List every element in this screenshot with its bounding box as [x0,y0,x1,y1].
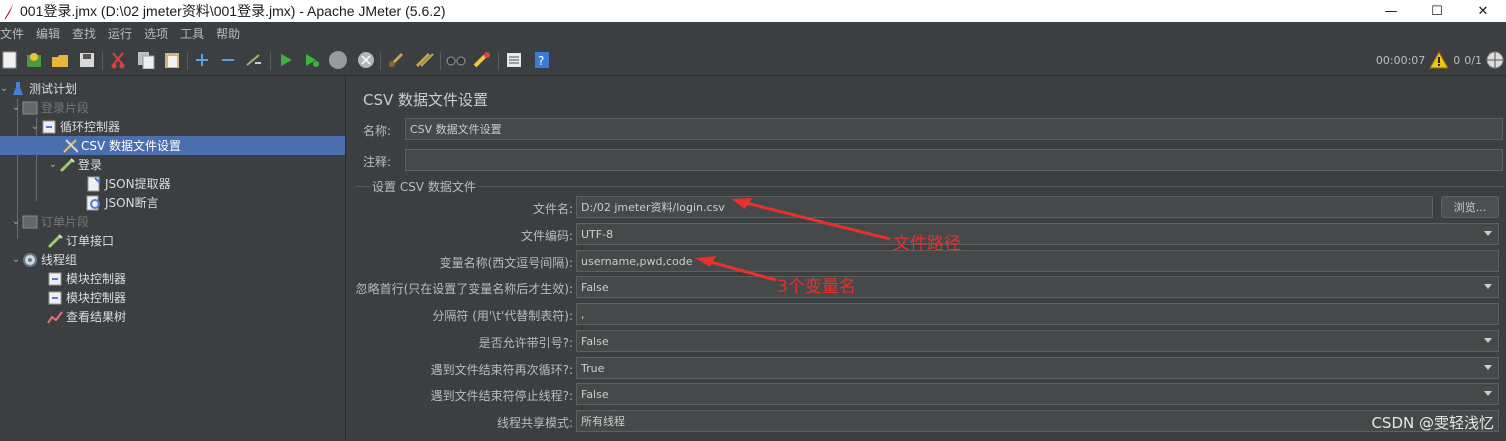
annotation-arrows [695,198,891,282]
annotation-three-vars: 3个变量名 [777,277,856,297]
watermark: CSDN @雯轻浅忆 [1371,414,1494,432]
annotation-file-path: 文件路径 [893,234,961,254]
